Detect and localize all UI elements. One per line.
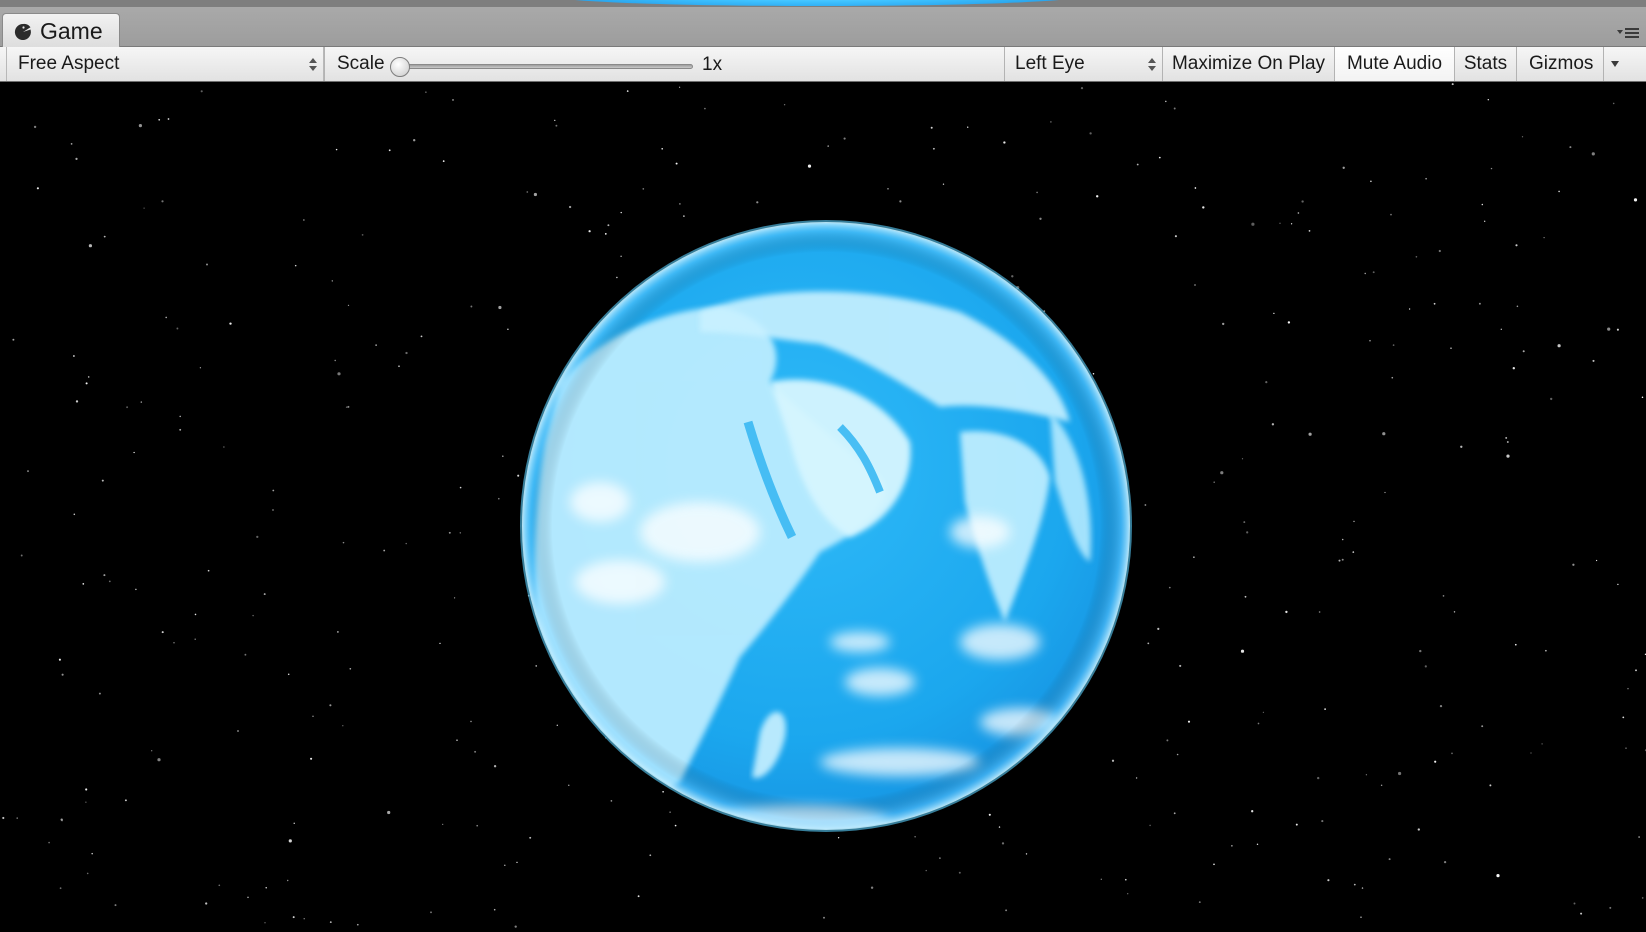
scale-label: Scale xyxy=(337,53,385,74)
scale-value: 1x xyxy=(702,54,723,75)
aspect-value: Free Aspect xyxy=(18,53,120,74)
maximize-on-play-label: Maximize On Play xyxy=(1171,53,1326,74)
updown-arrows-icon xyxy=(1148,58,1156,71)
scale-slider-thumb[interactable] xyxy=(390,57,410,77)
mute-audio-label: Mute Audio xyxy=(1346,53,1443,74)
earth-planet xyxy=(520,220,1132,832)
aspect-dropdown[interactable]: Free Aspect xyxy=(6,47,324,81)
game-view[interactable] xyxy=(0,82,1646,932)
upper-panel-edge xyxy=(0,0,1646,7)
scale-slider-track[interactable] xyxy=(397,64,693,69)
mute-audio-toggle[interactable]: Mute Audio xyxy=(1335,47,1455,81)
tab-bar: Game xyxy=(0,7,1646,49)
stats-toggle[interactable]: Stats xyxy=(1455,47,1517,81)
stats-label: Stats xyxy=(1463,53,1508,74)
maximize-on-play-toggle[interactable]: Maximize On Play xyxy=(1163,47,1335,81)
game-toolbar: Free Aspect Scale Left Eye Maximize On P… xyxy=(0,47,1646,82)
updown-arrows-icon xyxy=(309,58,317,71)
planet-reflection xyxy=(553,0,1081,6)
tab-label: Game xyxy=(40,18,103,44)
chevron-down-icon xyxy=(1611,61,1619,67)
gizmos-label: Gizmos xyxy=(1529,53,1594,74)
gizmos-dropdown-button[interactable] xyxy=(1603,47,1626,81)
eye-dropdown[interactable]: Left Eye xyxy=(1005,47,1163,81)
panel-menu-icon[interactable] xyxy=(1616,26,1640,40)
pacman-game-icon xyxy=(14,23,31,40)
eye-value: Left Eye xyxy=(1015,53,1085,74)
tab-game[interactable]: Game xyxy=(2,13,120,49)
